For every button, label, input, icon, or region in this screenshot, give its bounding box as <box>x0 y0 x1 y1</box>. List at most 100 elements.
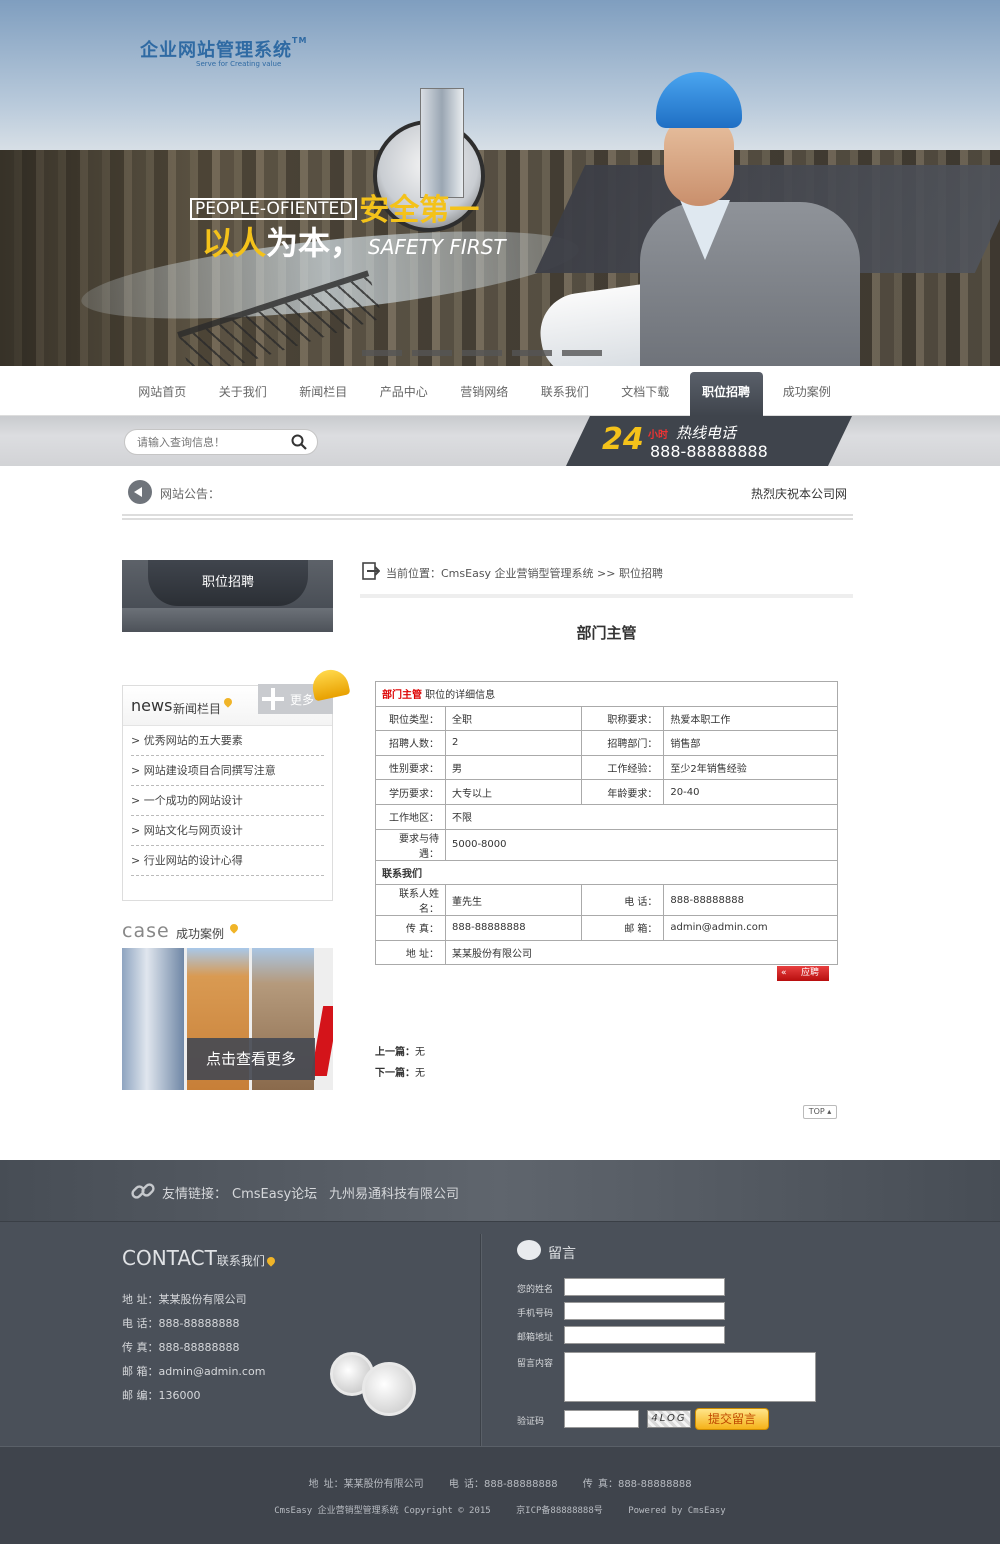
table-row: 传 真： 888-88888888 邮 箱： admin@admin.com <box>375 915 838 941</box>
cell-label: 地 址： <box>375 939 446 966</box>
news-box: news 新闻栏目 > 优秀网站的五大要素 > 网站建设项目合同撰写注意 > 一… <box>122 685 333 901</box>
hotline-banner: 24 小时 热线电话 888-88888888 <box>566 416 852 466</box>
hotline-tel: 888-88888888 <box>650 442 768 461</box>
customer-service-photos <box>330 1352 420 1424</box>
nav-cases[interactable]: 成功案例 <box>767 366 848 416</box>
location-pin-icon <box>222 696 234 708</box>
cell-label: 招聘部门： <box>581 730 665 756</box>
breadcrumb-text[interactable]: 当前位置：CmsEasy 企业营销型管理系统 >> 职位招聘 <box>386 565 663 581</box>
captcha-label: 验证码 <box>517 1417 545 1427</box>
friend-links: 友情链接： CmsEasy论坛 九州易通科技有限公司 <box>0 1160 1000 1222</box>
person-photo <box>362 1362 416 1416</box>
cell-label: 年龄要求： <box>581 779 665 805</box>
case-cn-label: 成功案例 <box>176 927 225 941</box>
prev-link[interactable]: 无 <box>415 1047 425 1058</box>
prev-next-nav: 上一篇：无 下一篇：无 <box>375 1042 425 1084</box>
content-label: 留言内容 <box>517 1359 554 1369</box>
news-item[interactable]: > 一个成功的网站设计 <box>131 786 324 816</box>
case-en-label: case <box>122 920 170 942</box>
slogan-en2: SAFETY FIRST <box>368 235 506 259</box>
name-field[interactable] <box>564 1278 725 1296</box>
case-image[interactable]: 点击查看更多 <box>122 948 333 1090</box>
news-item[interactable]: > 网站文化与网页设计 <box>131 816 324 846</box>
case-header: case 成功案例 <box>122 920 333 948</box>
captcha-image[interactable]: 4LOG <box>647 1410 691 1428</box>
cell-value: 20-40 <box>663 779 838 805</box>
cell-value: 某某股份有限公司 <box>445 939 838 966</box>
cell-value: 大专以上 <box>444 779 583 805</box>
cell-value: 男 <box>444 754 583 781</box>
hotline-24: 24 <box>602 422 644 457</box>
contact-item: 地 址：某某股份有限公司 <box>122 1293 247 1306</box>
table-row: 性别要求： 男 工作经验： 至少2年销售经验 <box>375 754 838 781</box>
cell-label: 电 话： <box>581 884 665 917</box>
phone-field[interactable] <box>564 1302 725 1320</box>
icp-link[interactable]: 京ICP备88888888号 <box>516 1506 603 1516</box>
slide-dot[interactable] <box>362 350 402 356</box>
search-input[interactable] <box>137 430 287 454</box>
footer: 友情链接： CmsEasy论坛 九州易通科技有限公司 CONTACT联系我们 地… <box>0 1160 1000 1544</box>
footer-tel: 电 话：888-88888888 <box>448 1479 558 1490</box>
nav-network[interactable]: 营销网络 <box>444 366 525 416</box>
contact-section-label: 联系我们 <box>375 859 838 886</box>
hardhat-icon <box>309 666 351 702</box>
notice-label: 网站公告： <box>160 487 221 501</box>
captcha-field[interactable] <box>564 1410 639 1428</box>
slide-dot[interactable] <box>412 350 452 356</box>
footer-bottom: 地 址：某某股份有限公司 电 话：888-88888888 传 真：888-88… <box>0 1446 1000 1544</box>
slide-dot[interactable] <box>462 350 502 356</box>
nav-downloads[interactable]: 文档下载 <box>605 366 686 416</box>
news-list: > 优秀网站的五大要素 > 网站建设项目合同撰写注意 > 一个成功的网站设计 >… <box>123 726 332 876</box>
friend-link[interactable]: CmsEasy论坛 <box>232 1183 317 1202</box>
nav-jobs[interactable]: 职位招聘 <box>689 372 763 416</box>
slide-dot[interactable] <box>562 350 602 356</box>
nav-contact[interactable]: 联系我们 <box>525 366 606 416</box>
cell-label: 招聘人数： <box>375 730 446 756</box>
cell-label: 工作经验： <box>581 754 665 781</box>
phone-label: 手机号码 <box>517 1309 554 1319</box>
news-item[interactable]: > 网站建设项目合同撰写注意 <box>131 756 324 786</box>
news-item[interactable]: > 优秀网站的五大要素 <box>131 726 324 756</box>
back-to-top-button[interactable]: TOP ▴ <box>803 1105 837 1119</box>
news-item[interactable]: > 行业网站的设计心得 <box>131 846 324 876</box>
cell-value: 全职 <box>444 705 583 732</box>
search-icon[interactable] <box>291 434 307 450</box>
nav-about[interactable]: 关于我们 <box>203 366 284 416</box>
job-header-rest: 职位的详细信息 <box>422 690 496 702</box>
table-row: 招聘人数： 2 招聘部门： 销售部 <box>375 730 838 756</box>
cell-value: 董先生 <box>444 884 583 917</box>
caret-up-icon: ▴ <box>827 1107 832 1116</box>
case-more-button[interactable]: 点击查看更多 <box>187 1038 315 1080</box>
friend-link[interactable]: 九州易通科技有限公司 <box>329 1183 459 1202</box>
notice-marquee[interactable]: 热烈庆祝本公司网站 <box>751 485 847 502</box>
nav-products[interactable]: 产品中心 <box>364 366 445 416</box>
job-table-header: 部门主管 职位的详细信息 <box>375 681 838 707</box>
hardhat-icon <box>656 72 742 128</box>
nav-news[interactable]: 新闻栏目 <box>283 366 364 416</box>
apply-button[interactable]: « 应聘 <box>777 966 829 981</box>
search-box <box>124 429 318 455</box>
name-label: 您的姓名 <box>517 1285 554 1295</box>
next-link[interactable]: 无 <box>415 1068 425 1079</box>
banner-slide-dots[interactable] <box>362 345 612 359</box>
plus-icon <box>262 688 284 710</box>
arrow-right-icon <box>362 562 380 580</box>
cell-label: 学历要求： <box>375 779 446 805</box>
nav-home[interactable]: 网站首页 <box>122 366 203 416</box>
speaker-icon <box>128 480 152 504</box>
site-logo[interactable]: 企业网站管理系统TM Serve for Creating value <box>140 36 307 68</box>
slide-dot[interactable] <box>512 350 552 356</box>
content-textarea[interactable] <box>564 1352 816 1402</box>
powered-by[interactable]: Powered by CmsEasy <box>628 1506 726 1516</box>
site-notice: 网站公告： 热烈庆祝本公司网站 <box>122 478 853 520</box>
friend-links-label: 友情链接： <box>162 1187 228 1202</box>
cell-value: 销售部 <box>663 730 838 756</box>
job-detail-table: 部门主管 职位的详细信息 职位类型： 全职 职称要求： 热爱本职工作 招聘人数：… <box>375 681 838 966</box>
email-field[interactable] <box>564 1326 725 1344</box>
cell-value: 2 <box>444 730 583 756</box>
submit-message-button[interactable]: 提交留言 <box>695 1408 769 1430</box>
sidebar-title-block: 职位招聘 <box>122 560 333 632</box>
copyright: CmsEasy 企业营销型管理系统 Copyright © 2015 <box>274 1506 491 1516</box>
contact-item: 电 话：888-88888888 <box>122 1317 240 1330</box>
table-row: 联系我们 <box>375 859 838 886</box>
